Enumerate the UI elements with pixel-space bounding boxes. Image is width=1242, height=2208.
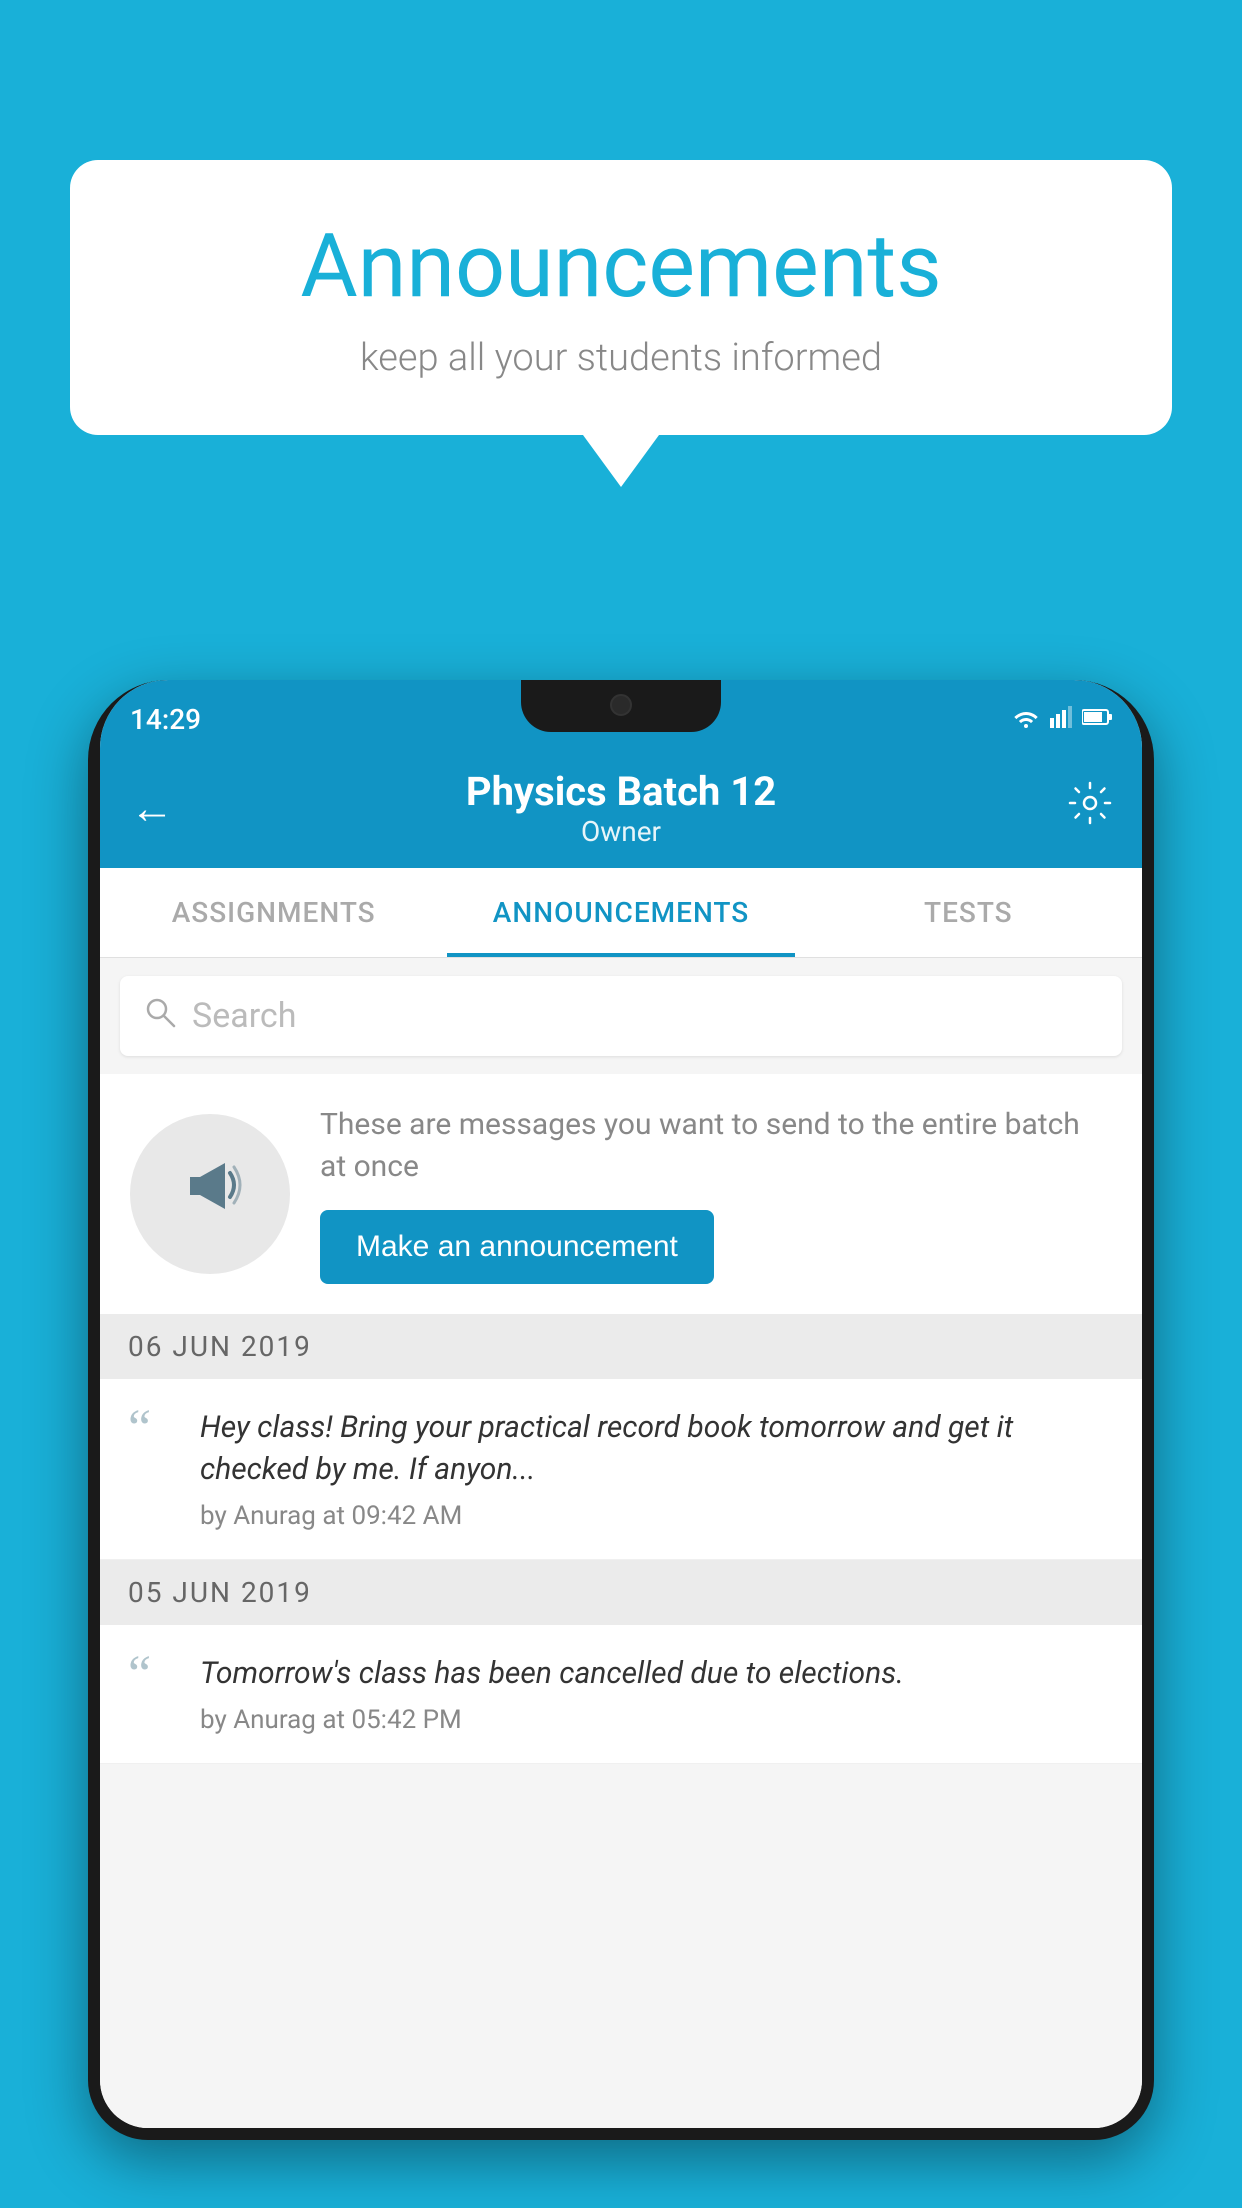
date-header-1: 06 JUN 2019 (100, 1314, 1142, 1379)
speech-bubble: Announcements keep all your students inf… (70, 160, 1172, 435)
wifi-icon (1012, 706, 1040, 732)
tab-bar: ASSIGNMENTS ANNOUNCEMENTS TESTS (100, 868, 1142, 958)
speech-bubble-title: Announcements (130, 215, 1112, 318)
announcement-text-1: Hey class! Bring your practical record b… (200, 1407, 1114, 1491)
speech-bubble-arrow (583, 435, 659, 487)
announcement-meta-2: by Anurag at 05:42 PM (200, 1705, 1114, 1735)
signal-icon (1050, 706, 1072, 732)
app-bar-title-group: Physics Batch 12 Owner (466, 768, 776, 848)
make-announcement-button[interactable]: Make an announcement (320, 1210, 714, 1284)
quote-icon-1: “ (128, 1403, 178, 1455)
announcement-item-1[interactable]: “ Hey class! Bring your practical record… (100, 1379, 1142, 1560)
search-placeholder: Search (192, 996, 296, 1036)
promo-card: These are messages you want to send to t… (100, 1074, 1142, 1314)
announcement-text-2: Tomorrow's class has been cancelled due … (200, 1653, 1114, 1695)
tab-tests[interactable]: TESTS (795, 868, 1142, 957)
tab-announcements[interactable]: ANNOUNCEMENTS (447, 868, 794, 957)
speech-bubble-section: Announcements keep all your students inf… (70, 160, 1172, 487)
promo-content: These are messages you want to send to t… (320, 1104, 1112, 1284)
announcement-body-1: Hey class! Bring your practical record b… (200, 1407, 1114, 1531)
phone-frame-wrapper: 14:29 ← (88, 680, 1154, 2208)
quote-icon-2: “ (128, 1649, 178, 1701)
announcement-item-2[interactable]: “ Tomorrow's class has been cancelled du… (100, 1625, 1142, 1764)
app-bar: ← Physics Batch 12 Owner (100, 748, 1142, 868)
battery-icon (1082, 708, 1112, 730)
megaphone-icon (170, 1145, 250, 1243)
search-bar[interactable]: Search (120, 976, 1122, 1056)
promo-description: These are messages you want to send to t… (320, 1104, 1112, 1188)
back-button[interactable]: ← (130, 782, 174, 834)
status-time: 14:29 (130, 693, 201, 736)
phone-camera (610, 694, 632, 716)
announcement-meta-1: by Anurag at 09:42 AM (200, 1501, 1114, 1531)
app-bar-subtitle: Owner (466, 815, 776, 848)
search-icon (144, 996, 176, 1037)
tab-assignments[interactable]: ASSIGNMENTS (100, 868, 447, 957)
speech-bubble-subtitle: keep all your students informed (130, 336, 1112, 380)
promo-icon-circle (130, 1114, 290, 1274)
settings-icon[interactable] (1068, 781, 1112, 836)
content-area: Search (100, 958, 1142, 2128)
announcement-body-2: Tomorrow's class has been cancelled due … (200, 1653, 1114, 1735)
date-header-2: 05 JUN 2019 (100, 1560, 1142, 1625)
phone-notch (521, 680, 721, 732)
status-icons (1012, 696, 1112, 732)
phone-frame: 14:29 ← (88, 680, 1154, 2140)
phone-screen: 14:29 ← (100, 680, 1142, 2128)
app-bar-title: Physics Batch 12 (466, 768, 776, 815)
